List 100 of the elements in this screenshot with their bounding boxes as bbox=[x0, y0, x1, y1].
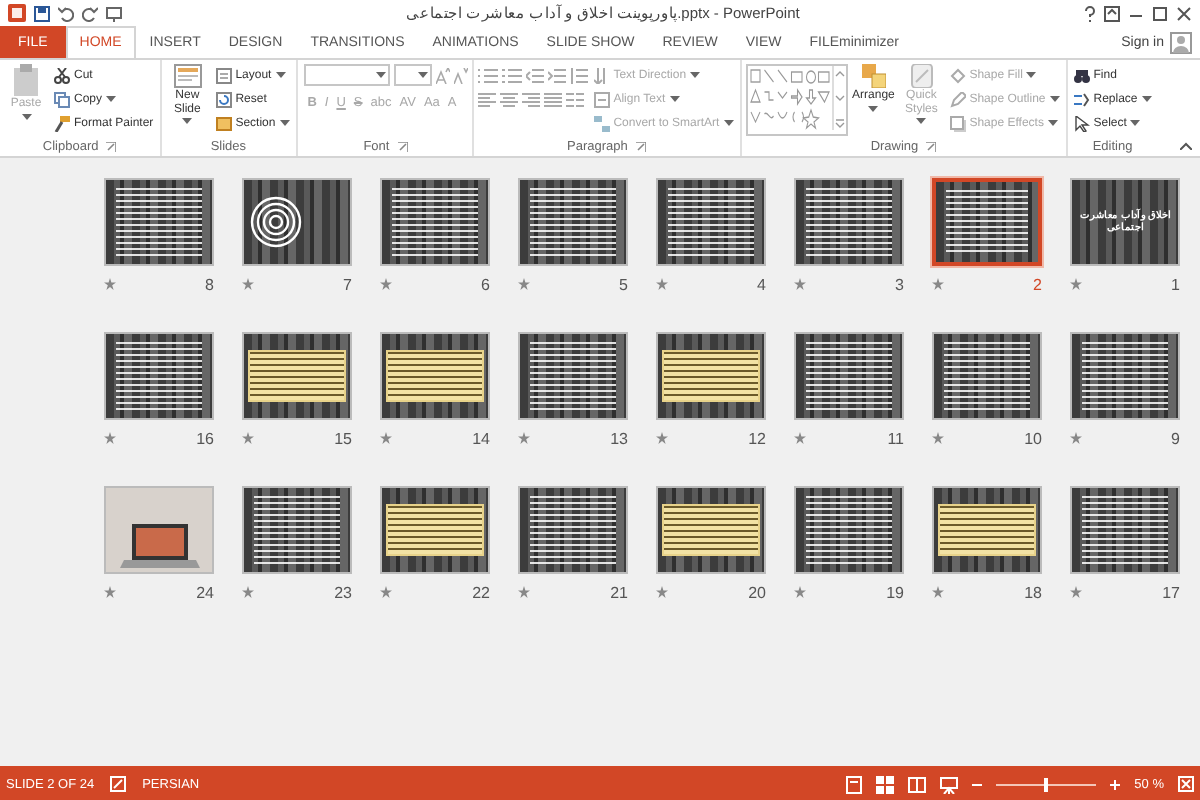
slide-number: 2 bbox=[1033, 275, 1042, 293]
text-lines-drawing bbox=[116, 342, 202, 410]
slide-thumbnail[interactable] bbox=[794, 486, 904, 574]
transition-star-icon bbox=[656, 432, 668, 444]
transition-star-icon bbox=[518, 278, 530, 290]
slide-thumbnail[interactable] bbox=[242, 178, 352, 266]
transition-star-icon bbox=[104, 586, 116, 598]
shapes-gallery[interactable] bbox=[745, 64, 848, 136]
gallery-scroll-icon[interactable] bbox=[831, 66, 846, 130]
slide-thumbnail[interactable] bbox=[932, 178, 1042, 266]
zoom-in-icon[interactable] bbox=[1110, 779, 1121, 789]
slide-thumbnail[interactable] bbox=[1070, 332, 1180, 420]
fit-to-window-icon[interactable] bbox=[1178, 776, 1194, 792]
slide-thumbnail[interactable] bbox=[242, 332, 352, 420]
replace-icon bbox=[1073, 91, 1090, 107]
caret-icon bbox=[669, 96, 680, 102]
slide-number: 3 bbox=[895, 275, 904, 293]
section-icon bbox=[215, 115, 232, 131]
slide-thumbnail[interactable] bbox=[104, 332, 214, 420]
caret-icon bbox=[417, 72, 428, 78]
slide-thumbnail[interactable] bbox=[656, 486, 766, 574]
slide-thumbnail[interactable] bbox=[932, 332, 1042, 420]
slide-thumbnail[interactable] bbox=[656, 178, 766, 266]
slide-thumbnail[interactable] bbox=[932, 486, 1042, 574]
text-lines-drawing bbox=[392, 188, 478, 256]
transition-star-icon bbox=[518, 586, 530, 598]
slide-number: 16 bbox=[196, 429, 214, 447]
slide-number: 5 bbox=[619, 275, 628, 293]
slide-thumbnail[interactable] bbox=[1070, 486, 1180, 574]
transition-star-icon bbox=[380, 278, 392, 290]
slide-number: 18 bbox=[1024, 583, 1042, 601]
transition-star-icon bbox=[1070, 586, 1082, 598]
slide-sorter-icon[interactable] bbox=[876, 775, 895, 793]
slide-number: 23 bbox=[334, 583, 352, 601]
slide-thumbnail[interactable] bbox=[794, 178, 904, 266]
notes-icon[interactable] bbox=[110, 776, 127, 792]
ribbon-display-icon[interactable] bbox=[1104, 5, 1120, 21]
slide-thumbnail[interactable] bbox=[380, 486, 490, 574]
text-lines-drawing bbox=[254, 496, 340, 564]
font-size-field[interactable] bbox=[393, 64, 432, 86]
transition-star-icon bbox=[380, 432, 392, 444]
slide-thumbnail[interactable] bbox=[794, 332, 904, 420]
slide-number: 19 bbox=[886, 583, 904, 601]
normal-view-icon[interactable] bbox=[846, 775, 863, 793]
slide-thumbnail[interactable] bbox=[518, 486, 628, 574]
slide-thumbnail[interactable] bbox=[104, 178, 214, 266]
caret-icon bbox=[182, 118, 193, 125]
zoom-out-icon[interactable] bbox=[972, 779, 983, 789]
zoom-slider-thumb[interactable] bbox=[1044, 777, 1049, 791]
help-icon[interactable] bbox=[1084, 5, 1096, 21]
reading-view-icon[interactable] bbox=[908, 775, 927, 793]
text-lines-drawing bbox=[668, 188, 754, 256]
save-icon[interactable] bbox=[34, 5, 50, 21]
text-lines-drawing bbox=[530, 496, 616, 564]
slide-number: 10 bbox=[1024, 429, 1042, 447]
user-avatar-icon[interactable] bbox=[1170, 31, 1192, 53]
new-slide-icon bbox=[173, 64, 202, 88]
caret-icon bbox=[106, 96, 117, 102]
dialog-launcher-icon[interactable] bbox=[106, 141, 117, 151]
transition-star-icon bbox=[242, 432, 254, 444]
transition-star-icon bbox=[104, 278, 116, 290]
slide-thumbnail[interactable] bbox=[242, 486, 352, 574]
caret-icon bbox=[1026, 72, 1037, 78]
slide-number: 7 bbox=[343, 275, 352, 293]
transition-star-icon bbox=[794, 432, 806, 444]
slide-number: 1 bbox=[1171, 275, 1180, 293]
collapse-ribbon-icon[interactable] bbox=[1180, 142, 1192, 150]
slide-number: 15 bbox=[334, 429, 352, 447]
caret-icon bbox=[1130, 120, 1141, 126]
dialog-launcher-icon[interactable] bbox=[635, 141, 646, 151]
caret-icon bbox=[375, 72, 386, 78]
caret-icon bbox=[1049, 96, 1060, 102]
transition-star-icon bbox=[518, 432, 530, 444]
slide-thumbnail[interactable] bbox=[518, 332, 628, 420]
spiral-drawing bbox=[249, 196, 301, 248]
clipboard-icon bbox=[12, 64, 40, 96]
slide-number: 21 bbox=[610, 583, 628, 601]
dialog-launcher-icon[interactable] bbox=[926, 141, 937, 151]
redo-icon[interactable] bbox=[82, 5, 98, 21]
undo-icon[interactable] bbox=[58, 5, 74, 21]
slide-thumbnail[interactable] bbox=[656, 332, 766, 420]
slideshow-icon[interactable] bbox=[106, 5, 122, 21]
slide-thumbnail[interactable] bbox=[380, 332, 490, 420]
transition-star-icon bbox=[794, 278, 806, 290]
slide-thumbnail[interactable] bbox=[104, 486, 214, 574]
slideshow-view-icon[interactable] bbox=[940, 775, 959, 793]
text-direction-icon bbox=[593, 67, 610, 83]
transition-star-icon bbox=[242, 278, 254, 290]
dialog-launcher-icon[interactable] bbox=[397, 141, 408, 151]
close-icon[interactable] bbox=[1176, 5, 1192, 21]
transition-star-icon bbox=[932, 278, 944, 290]
text-box-drawing bbox=[385, 350, 485, 402]
font-name-field[interactable] bbox=[303, 64, 390, 86]
slide-thumbnail[interactable] bbox=[518, 178, 628, 266]
paintbrush-icon bbox=[54, 115, 70, 131]
maximize-icon[interactable] bbox=[1152, 5, 1168, 21]
text-lines-drawing bbox=[530, 342, 616, 410]
caret-icon bbox=[279, 120, 290, 126]
slide-thumbnail[interactable] bbox=[380, 178, 490, 266]
arrange-icon bbox=[861, 64, 886, 88]
